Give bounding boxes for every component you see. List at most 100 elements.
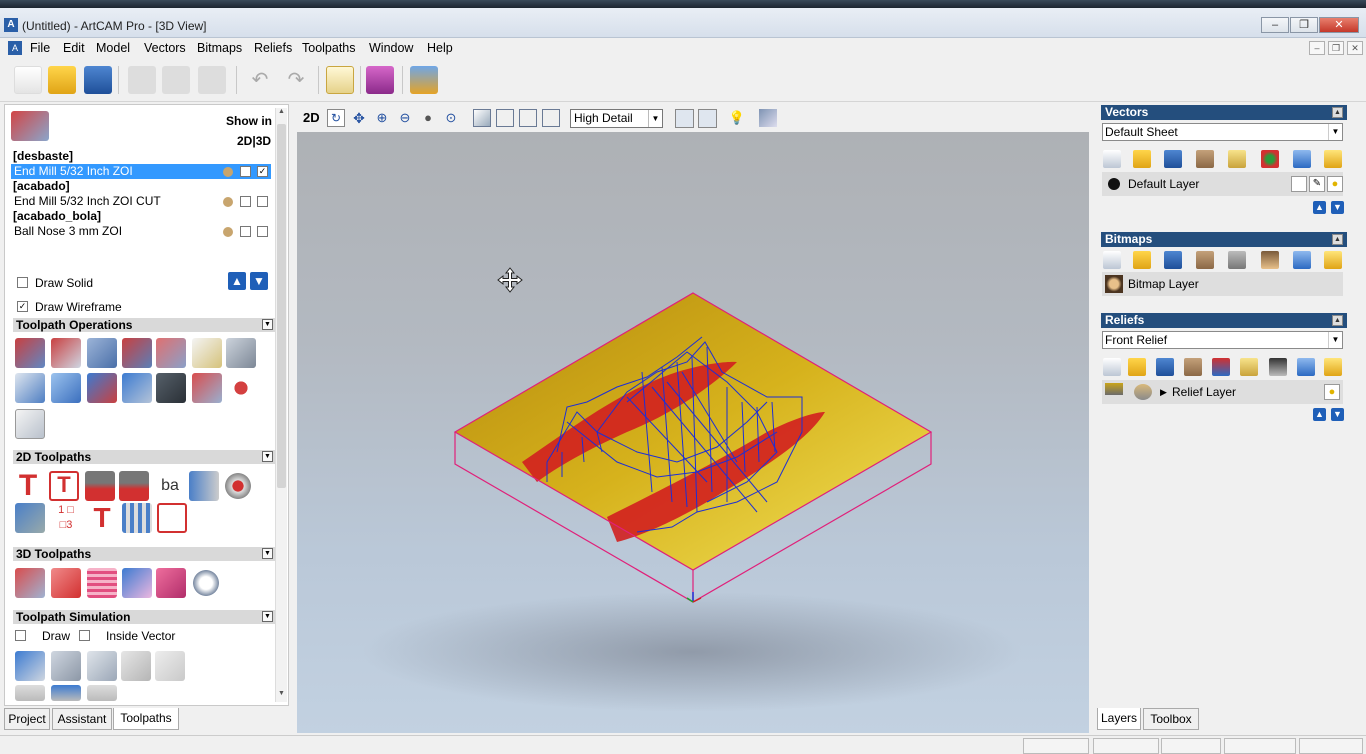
move-down-button[interactable]: ▼ <box>250 272 268 290</box>
drilling-icon[interactable] <box>189 471 219 501</box>
sim-draw-checkbox[interactable] <box>15 630 26 641</box>
save-icon[interactable] <box>1164 150 1182 168</box>
layer-light-icon[interactable] <box>1228 150 1246 168</box>
visibility-bulb-icon[interactable]: ● <box>1324 384 1340 400</box>
view-options-icon[interactable] <box>759 109 777 127</box>
new-layer-icon[interactable] <box>1103 150 1121 168</box>
3d-finishing-icon[interactable] <box>122 568 152 598</box>
undo-icon[interactable]: ↶ <box>246 66 274 94</box>
save-toolpath-icon[interactable] <box>51 373 81 403</box>
3d-viewport[interactable] <box>297 132 1089 733</box>
3d-toolpaths-header[interactable]: 3D Toolpaths ▼ <box>13 547 275 561</box>
show-2d-checkbox[interactable] <box>240 196 251 207</box>
menu-edit[interactable]: Edit <box>63 41 85 55</box>
simulation-paths-icon[interactable] <box>87 685 117 701</box>
2d-toolpaths-header[interactable]: 2D Toolpaths ▼ <box>13 450 275 464</box>
edit-toolpath-icon[interactable] <box>156 373 186 403</box>
mdi-restore-button[interactable]: ❐ <box>1328 41 1344 55</box>
side-view-icon[interactable] <box>519 109 537 127</box>
tab-project[interactable]: Project <box>4 708 50 730</box>
paste-icon[interactable] <box>198 66 226 94</box>
show-all-icon[interactable] <box>1324 251 1342 269</box>
menu-bitmaps[interactable]: Bitmaps <box>197 41 242 55</box>
close-button[interactable]: ✕ <box>1319 17 1359 33</box>
layer-down-button[interactable]: ▼ <box>1331 408 1344 421</box>
save-icon[interactable] <box>84 66 112 94</box>
merge-layers-icon[interactable] <box>1184 358 1202 376</box>
menu-toolpaths[interactable]: Toolpaths <box>302 41 356 55</box>
show-3d-checkbox[interactable] <box>257 196 268 207</box>
zoom-window-icon[interactable]: ⊙ <box>442 109 460 127</box>
simulation-block-icon[interactable] <box>87 651 117 681</box>
show-3d-checkbox[interactable]: ✓ <box>257 166 268 177</box>
feature-machining-icon[interactable] <box>15 503 45 533</box>
relief-stack-icon[interactable] <box>1212 358 1230 376</box>
open-folder-icon[interactable] <box>1128 358 1146 376</box>
menu-model[interactable]: Model <box>96 41 130 55</box>
open-folder-icon[interactable] <box>48 66 76 94</box>
calculate-toolpath-icon[interactable] <box>15 338 45 368</box>
layer-color-icon[interactable] <box>1261 150 1279 168</box>
collapse-icon[interactable]: ▼ <box>262 548 273 559</box>
fluting-icon[interactable] <box>122 503 152 533</box>
toolpath-info-icon[interactable] <box>51 338 81 368</box>
open-folder-icon[interactable] <box>1133 150 1151 168</box>
area-clearance-icon[interactable]: T <box>49 471 79 501</box>
axes-icon[interactable] <box>698 109 717 128</box>
delete-layer-icon[interactable] <box>1293 251 1311 269</box>
toolpath-preview-icon[interactable] <box>15 409 45 439</box>
new-relief-layer-icon[interactable] <box>1103 358 1121 376</box>
toolpath-operations-header[interactable]: Toolpath Operations ▼ <box>13 318 275 332</box>
toolpath-simulation-header[interactable]: Toolpath Simulation ▼ <box>13 610 275 624</box>
layer-up-button[interactable]: ▲ <box>1313 408 1326 421</box>
machine-relief-icon[interactable]: T <box>87 503 117 533</box>
vector-layer-row[interactable]: Default Layer ✎ ● <box>1102 172 1343 196</box>
tab-layers[interactable]: Layers <box>1097 708 1141 730</box>
cut-icon[interactable] <box>128 66 156 94</box>
toolpath-color-dot[interactable] <box>223 227 233 237</box>
sim-inside-vector-checkbox[interactable] <box>79 630 90 641</box>
smart-engraving-icon[interactable] <box>157 503 187 533</box>
bitmap-layer-row[interactable]: Bitmap Layer <box>1102 272 1343 296</box>
toolpath-color-dot[interactable] <box>223 197 233 207</box>
save-toolpath-as-icon[interactable] <box>87 373 117 403</box>
collapse-icon[interactable]: ▼ <box>262 611 273 622</box>
delete-layer-icon[interactable] <box>1297 358 1315 376</box>
rotate-view-icon[interactable]: ↻ <box>327 109 345 127</box>
show-all-icon[interactable] <box>1324 150 1342 168</box>
save-icon[interactable] <box>1164 251 1182 269</box>
copy-icon[interactable] <box>162 66 190 94</box>
bitmap-gray-icon[interactable] <box>1228 251 1246 269</box>
merge-layers-icon[interactable] <box>1196 251 1214 269</box>
help-book-icon[interactable] <box>366 66 394 94</box>
front-view-icon[interactable] <box>496 109 514 127</box>
lighting-icon[interactable]: 💡 <box>728 109 746 127</box>
top-view-icon[interactable] <box>542 109 560 127</box>
tab-toolpaths[interactable]: Toolpaths <box>113 708 179 730</box>
toolpath-group-acabado[interactable]: [acabado] <box>13 179 70 194</box>
simulate-all-icon[interactable] <box>51 651 81 681</box>
maximize-button[interactable]: ❐ <box>1290 17 1318 33</box>
menu-file[interactable]: File <box>30 41 50 55</box>
detail-level-select[interactable]: High Detail ▼ <box>570 109 663 128</box>
zoom-all-icon[interactable]: ● <box>419 109 437 127</box>
collapse-icon[interactable]: ▲ <box>1332 234 1343 245</box>
simulate-toolpath-icon[interactable] <box>15 651 45 681</box>
mdi-close-button[interactable]: ✕ <box>1347 41 1363 55</box>
tab-toolbox[interactable]: Toolbox <box>1143 708 1199 730</box>
toolpath-group-acabado-bola[interactable]: [acabado_bola] <box>13 209 101 224</box>
vbit-carving-icon[interactable] <box>85 471 115 501</box>
menu-reliefs[interactable]: Reliefs <box>254 41 292 55</box>
collapse-icon[interactable]: ▲ <box>1332 315 1343 326</box>
transform-toolpath-icon[interactable] <box>226 338 256 368</box>
relief-layer-row[interactable]: ▶ Relief Layer ● <box>1102 380 1343 404</box>
simulation-extra-icon[interactable] <box>15 685 45 701</box>
iso-view-icon[interactable] <box>473 109 491 127</box>
wizard-icon[interactable] <box>410 66 438 94</box>
2d-view-button[interactable]: 2D <box>303 110 320 125</box>
expand-arrow-icon[interactable]: ▶ <box>1160 380 1167 404</box>
collapse-icon[interactable]: ▼ <box>262 319 273 330</box>
new-file-icon[interactable] <box>14 66 42 94</box>
merge-layers-icon[interactable] <box>1196 150 1214 168</box>
show-2d-checkbox[interactable] <box>240 226 251 237</box>
